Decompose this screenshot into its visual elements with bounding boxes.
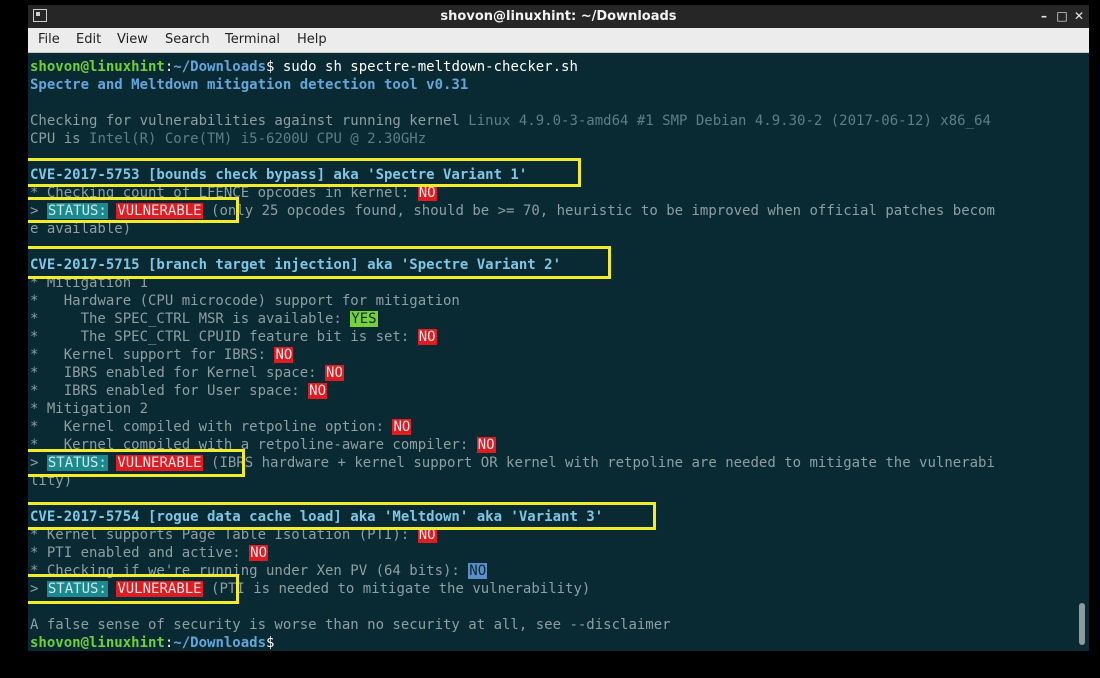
status-badge: VULNERABLE <box>116 581 203 597</box>
cve2-cpuid-line: * The SPEC_CTRL CPUID feature bit is set… <box>30 329 437 345</box>
cve2-status-line: > STATUS: VULNERABLE (IBRS hardware + ke… <box>30 455 995 471</box>
status-badge: NO <box>274 347 294 363</box>
terminal-window: shovon@linuxhint: ~/Downloads – □ ✕ File… <box>28 5 1089 651</box>
menu-bar: File Edit View Search Terminal Help <box>28 28 1089 53</box>
menu-help[interactable]: Help <box>297 32 327 47</box>
status-badge: NO <box>417 185 437 201</box>
cve2-mitigation1: * Mitigation 1 <box>30 275 149 291</box>
status-badge: NO <box>308 383 328 399</box>
cve1-header: CVE-2017-5753 [bounds check bypass] aka … <box>30 167 528 183</box>
cve2-ibrs-line: * Kernel support for IBRS: NO <box>30 347 294 363</box>
status-badge: YES <box>350 311 378 327</box>
menu-edit[interactable]: Edit <box>76 32 101 47</box>
cve1-status-cont: e available) <box>30 221 132 237</box>
window-title: shovon@linuxhint: ~/Downloads <box>440 9 677 24</box>
kernel-check-line: Checking for vulnerabilities against run… <box>30 113 991 129</box>
status-badge: VULNERABLE <box>116 455 203 471</box>
minimize-icon[interactable]: – <box>1036 8 1052 24</box>
cve3-xen-line: * Checking if we're running under Xen PV… <box>30 563 488 579</box>
scrollbar[interactable] <box>1077 54 1087 647</box>
command-line: shovon@linuxhint:~/Downloads$ sudo sh sp… <box>30 59 578 75</box>
status-badge: NO <box>325 365 344 381</box>
cpu-line: CPU is Intel(R) Core(TM) i5-6200U CPU @ … <box>30 131 427 147</box>
terminal-output[interactable]: shovon@linuxhint:~/Downloads$ sudo sh sp… <box>28 54 1075 651</box>
scrollbar-thumb[interactable] <box>1079 603 1085 645</box>
close-icon[interactable]: ✕ <box>1071 8 1087 24</box>
title-bar[interactable]: shovon@linuxhint: ~/Downloads – □ ✕ <box>28 5 1089 28</box>
cve3-pti-enabled-line: * PTI enabled and active: NO <box>30 545 269 561</box>
cve2-retpoline-line: * Kernel compiled with retpoline option:… <box>30 419 412 435</box>
cve2-header: CVE-2017-5715 [branch target injection] … <box>30 257 562 273</box>
cve3-status-line: > STATUS: VULNERABLE (PTI is needed to m… <box>30 581 591 597</box>
cve3-pti-line: * Kernel supports Page Table Isolation (… <box>30 527 437 543</box>
status-label: STATUS: <box>46 581 108 597</box>
cve3-header: CVE-2017-5754 [rogue data cache load] ak… <box>30 509 604 525</box>
cve2-ibrs-user-line: * IBRS enabled for User space: NO <box>30 383 328 399</box>
cve2-ibrs-kernel-line: * IBRS enabled for Kernel space: NO <box>30 365 344 381</box>
status-label: STATUS: <box>46 455 108 471</box>
status-badge: NO <box>392 419 412 435</box>
cve2-hw-support: * Hardware (CPU microcode) support for m… <box>30 293 460 309</box>
final-prompt: shovon@linuxhint:~/Downloads$ <box>30 635 275 651</box>
cve1-lfence-line: * Checking count of LFENCE opcodes in ke… <box>30 185 437 201</box>
tool-header: Spectre and Meltdown mitigation detectio… <box>30 77 469 93</box>
cve2-status-cont: lity) <box>30 473 73 489</box>
status-badge: NO <box>468 563 488 579</box>
maximize-icon[interactable]: □ <box>1054 8 1070 24</box>
status-badge: NO <box>249 545 269 561</box>
cve2-retpoline-compiler-line: * Kernel compiled with a retpoline-aware… <box>30 437 496 453</box>
cve2-mitigation2: * Mitigation 2 <box>30 401 149 417</box>
status-label: STATUS: <box>46 203 108 219</box>
status-badge: NO <box>476 437 496 453</box>
menu-view[interactable]: View <box>117 32 148 47</box>
status-badge: VULNERABLE <box>116 203 203 219</box>
status-badge: NO <box>417 329 437 345</box>
menu-terminal[interactable]: Terminal <box>225 32 280 47</box>
disclaimer-line: A false sense of security is worse than … <box>30 617 671 633</box>
cve2-msr-line: * The SPEC_CTRL MSR is available: YES <box>30 311 378 327</box>
cve1-status-line: > STATUS: VULNERABLE (only 25 opcodes fo… <box>30 203 995 219</box>
menu-search[interactable]: Search <box>165 32 210 47</box>
status-badge: NO <box>417 527 437 543</box>
menu-file[interactable]: File <box>38 32 60 47</box>
